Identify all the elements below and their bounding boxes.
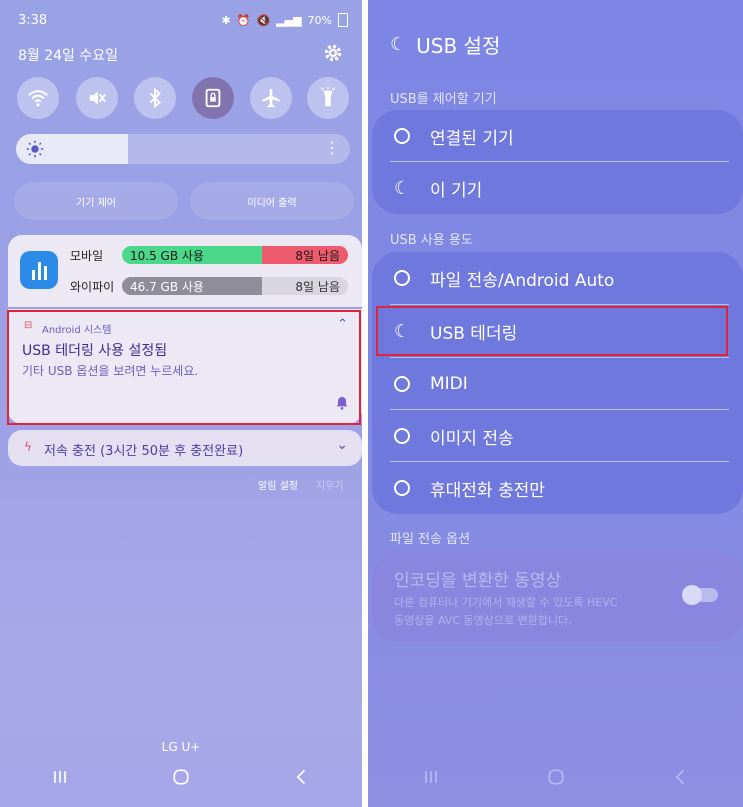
airplane-icon [262, 88, 280, 108]
transcode-toggle-switch[interactable] [682, 585, 718, 605]
notification-shade: 3:38 ✱ ⏰ 🔇 ▂▄▆ 70% 8월 24일 수요일 ⋮ 기기 제어 미디… [0, 0, 362, 807]
status-time: 3:38 [18, 12, 48, 28]
option-connected-device[interactable]: 연결된 기기 [394, 110, 725, 162]
option-image-transfer[interactable]: 이미지 전송 [394, 410, 725, 462]
mobile-days-left: 8일 남음 [295, 248, 340, 263]
date-label: 8월 24일 수요일 [18, 48, 119, 64]
settings-gear-icon[interactable] [322, 42, 344, 64]
highlight-box-notification [7, 310, 361, 425]
highlight-box-usb-tethering [376, 306, 728, 356]
charging-expand-icon[interactable]: ⌄ [336, 437, 348, 453]
airplane-mode-toggle[interactable] [250, 77, 292, 119]
usb-use-group: 파일 전송/Android Auto ☾ USB 테더링 MIDI 이미지 전송… [372, 252, 743, 514]
radio-unselected-icon [394, 428, 410, 444]
recent-apps-icon[interactable] [50, 767, 70, 791]
option-midi[interactable]: MIDI [394, 358, 725, 410]
transcode-setting[interactable]: 인코딩을 변환한 동영상 다른 컴퓨터나 기기에서 재생할 수 있도록 HEVC… [372, 552, 743, 642]
transcode-description-line1: 다른 컴퓨터나 기기에서 재생할 수 있도록 HEVC [394, 596, 618, 609]
flashlight-toggle[interactable] [307, 77, 349, 119]
status-bar: 3:38 ✱ ⏰ 🔇 ▂▄▆ 70% [18, 10, 348, 30]
signal-icon: ▂▄▆ [276, 13, 302, 27]
radio-unselected-icon [394, 270, 410, 286]
usb-settings-header: ☾ USB 설정 [390, 30, 500, 59]
radio-unselected-icon [394, 128, 410, 144]
back-icon[interactable] [292, 767, 312, 791]
option-this-device[interactable]: ☾ 이 기기 [394, 162, 725, 214]
radio-unselected-icon [394, 376, 410, 392]
usb-settings-screen: ☾ USB 설정 USB를 제어할 기기 연결된 기기 ☾ 이 기기 USB 사… [368, 0, 743, 807]
alarm-icon: ⏰ [236, 13, 251, 27]
wifi-used: 46.7 GB 사용 [130, 279, 204, 294]
charging-text: 저속 충전 (3시간 50분 후 충전완료) [44, 444, 244, 459]
lock-rotation-icon [205, 88, 221, 108]
brightness-slider[interactable]: ⋮ [16, 134, 350, 164]
option-charge-only[interactable]: 휴대전화 충전만 [394, 462, 725, 514]
section-usb-control: USB를 제어할 기기 [390, 92, 497, 107]
back-icon[interactable] [671, 767, 691, 791]
wifi-days-left: 8일 남음 [295, 279, 340, 294]
wifi-icon [28, 90, 48, 107]
device-control-button[interactable]: 기기 제어 [14, 182, 178, 220]
option-file-transfer[interactable]: 파일 전송/Android Auto [394, 252, 725, 304]
vibrate-mute-icon [89, 91, 106, 105]
notification-settings-link[interactable]: 알림 설정 [258, 477, 298, 492]
back-arrow-icon[interactable]: ☾ [390, 34, 406, 55]
brightness-sun-icon [26, 140, 44, 158]
bluetooth-toggle[interactable] [134, 77, 176, 119]
carrier-label: LG U+ [161, 740, 201, 754]
recent-apps-icon[interactable] [421, 767, 441, 791]
home-icon[interactable] [171, 767, 191, 791]
page-title: USB 설정 [416, 34, 501, 58]
mobile-used: 10.5 GB 사용 [130, 248, 204, 263]
sound-toggle[interactable] [76, 77, 118, 119]
mute-status-icon: 🔇 [256, 13, 271, 27]
wifi-usage-bar: 46.7 GB 사용 8일 남음 [122, 277, 348, 295]
radio-selected-icon: ☾ [394, 177, 411, 199]
battery-icon [338, 13, 348, 27]
section-usb-use: USB 사용 용도 [390, 233, 473, 248]
flashlight-icon [321, 87, 335, 107]
usb-control-group: 연결된 기기 ☾ 이 기기 [372, 110, 743, 214]
charging-bolt-icon: ϟ [24, 440, 32, 454]
charging-notification[interactable]: ϟ 저속 충전 (3시간 50분 후 충전완료) ⌄ [8, 430, 362, 466]
bluetooth-icon [149, 87, 161, 109]
mobile-usage-bar: 10.5 GB 사용 8일 남음 [122, 246, 348, 264]
media-output-button[interactable]: 미디어 출력 [190, 182, 354, 220]
orientation-lock-toggle[interactable] [192, 77, 234, 119]
brightness-more-icon[interactable]: ⋮ [324, 139, 340, 157]
mobile-label: 모바일 [70, 249, 104, 263]
data-usage-app-icon [20, 251, 58, 289]
data-usage-card[interactable]: 모바일 10.5 GB 사용 8일 남음 와이파이 46.7 GB 사용 8일 … [8, 235, 362, 307]
transcode-description-line2: 동영상을 AVC 동영상으로 변환합니다. [394, 614, 572, 627]
wifi-toggle[interactable] [17, 77, 59, 119]
transcode-title: 인코딩을 변환한 동영상 [394, 571, 562, 591]
battery-percent: 70% [307, 13, 332, 27]
section-file-transfer-options: 파일 전송 옵션 [390, 532, 471, 547]
home-icon[interactable] [546, 767, 566, 791]
clear-all-link[interactable]: 지우기 [316, 477, 344, 492]
wifi-label: 와이파이 [70, 280, 115, 294]
radio-unselected-icon [394, 480, 410, 496]
navigation-bar [368, 759, 743, 799]
bluetooth-status-icon: ✱ [221, 13, 231, 27]
navigation-bar [0, 759, 362, 799]
